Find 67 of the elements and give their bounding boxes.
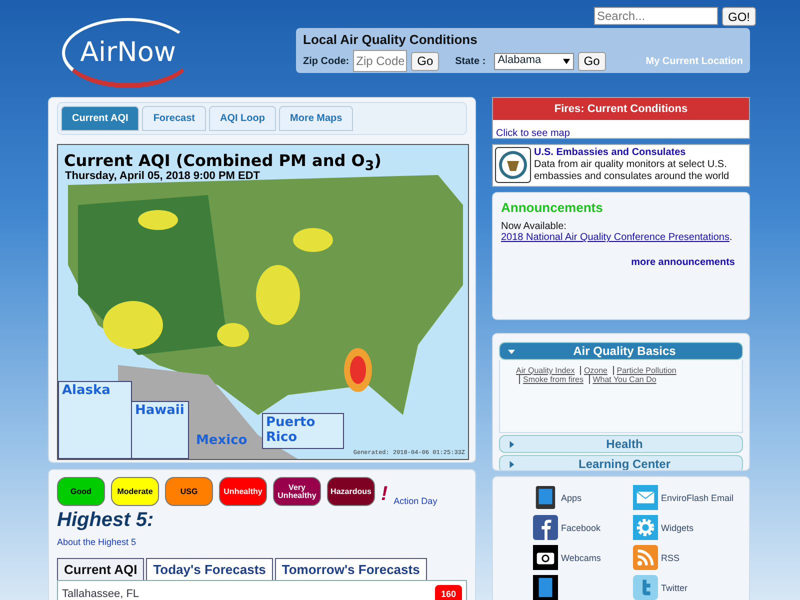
dropdown-caret-icon	[562, 58, 570, 64]
fires-title: Fires: Current Conditions	[493, 98, 749, 120]
envelope-icon	[633, 485, 658, 510]
caret-right-icon	[508, 460, 515, 468]
tablet-icon	[533, 485, 558, 510]
embassies-link[interactable]: U.S. Embassies and Consulates	[534, 147, 747, 159]
topic-link[interactable]: Air Quality Index	[516, 366, 575, 375]
see-map-link[interactable]: Click to see map	[496, 128, 570, 138]
map-label: Mexico	[196, 433, 248, 448]
more-announcements-link[interactable]: more announcements	[501, 257, 735, 268]
seal-icon	[495, 147, 531, 183]
rss-icon	[633, 545, 658, 570]
map-tab[interactable]: Current AQI	[61, 106, 140, 131]
social-link[interactable]: Twitter	[633, 575, 743, 600]
highest-title: Highest 5:	[57, 509, 155, 532]
highest-tab[interactable]: Tomorrow's Forecasts	[274, 558, 427, 580]
social-link[interactable]: RSS	[633, 545, 743, 570]
zip-code-field[interactable]: Zip Code	[353, 50, 408, 72]
search-button[interactable]: GO!	[722, 7, 756, 26]
social-link[interactable]: Widgets	[633, 515, 743, 540]
highest-tab[interactable]: Current AQI	[57, 558, 144, 580]
accordion-header[interactable]: Health	[499, 435, 743, 453]
aqi-category-button[interactable]: Very Unhealthy	[273, 477, 321, 506]
social-link[interactable]: Facebook	[533, 515, 633, 540]
conference-link[interactable]: 2018 National Air Quality Conference Presentations	[501, 232, 730, 243]
caret-down-icon	[508, 348, 515, 354]
social-link[interactable]: Apps	[533, 485, 633, 510]
aqi-category-button[interactable]: Good	[57, 477, 105, 506]
facebook-icon	[533, 515, 558, 540]
topic-link[interactable]: Particle Pollution	[612, 366, 676, 375]
aqi-category-button[interactable]: USG	[165, 477, 213, 506]
panel-title: Local Air Quality Conditions	[303, 32, 478, 47]
map-inset: Hawaii	[131, 401, 189, 459]
gear-icon	[633, 515, 658, 540]
topic-link[interactable]: Smoke from fires	[519, 375, 584, 384]
social-link[interactable]: EnviroFlash Email	[633, 485, 743, 510]
aqi-category-button[interactable]: Moderate	[111, 477, 159, 506]
aqi-category-button[interactable]: Unhealthy	[219, 477, 267, 506]
action-day-link[interactable]: Action Day	[394, 496, 438, 506]
action-day-mark: !	[381, 483, 388, 506]
city-link[interactable]: Tallahassee, FL	[62, 588, 140, 600]
zip-label: Zip Code:	[303, 56, 350, 66]
twitter-icon	[633, 575, 658, 600]
map-tab[interactable]: More Maps	[279, 106, 354, 131]
about-link[interactable]: About the Highest 5	[57, 537, 136, 547]
map-inset: Alaska	[58, 381, 132, 459]
state-select[interactable]: Alabama	[494, 52, 574, 70]
map-inset: Puerto Rico	[262, 413, 344, 449]
map-tab[interactable]: AQI Loop	[209, 106, 276, 131]
announcements-title: Announcements	[501, 200, 604, 215]
aqi-category-button[interactable]: Hazardous	[327, 477, 375, 506]
highest-tab[interactable]: Today's Forecasts	[146, 558, 273, 580]
topic-link[interactable]: What You Can Do	[588, 375, 656, 384]
embassies-description: Data from air quality monitors at select U.S. embassies and consulates around the world	[534, 159, 730, 182]
accordion-header[interactable]: Air Quality Basics	[499, 342, 743, 360]
state-label: State :	[455, 56, 486, 66]
go-button[interactable]: Go	[578, 52, 606, 70]
aqi-value: 160	[434, 585, 462, 600]
map-tab[interactable]: Forecast	[142, 106, 206, 131]
social-link[interactable]: Webcams	[533, 545, 633, 570]
caret-right-icon	[508, 440, 515, 448]
go-button[interactable]: Go	[411, 52, 440, 70]
announcement-text: Now Available: 2018 National Air Quality Conference Presentations.	[501, 221, 734, 243]
search-field[interactable]: Search...	[594, 7, 718, 25]
film-icon	[533, 575, 558, 600]
camera-icon	[533, 545, 558, 570]
topic-link[interactable]: Ozone	[580, 366, 608, 375]
